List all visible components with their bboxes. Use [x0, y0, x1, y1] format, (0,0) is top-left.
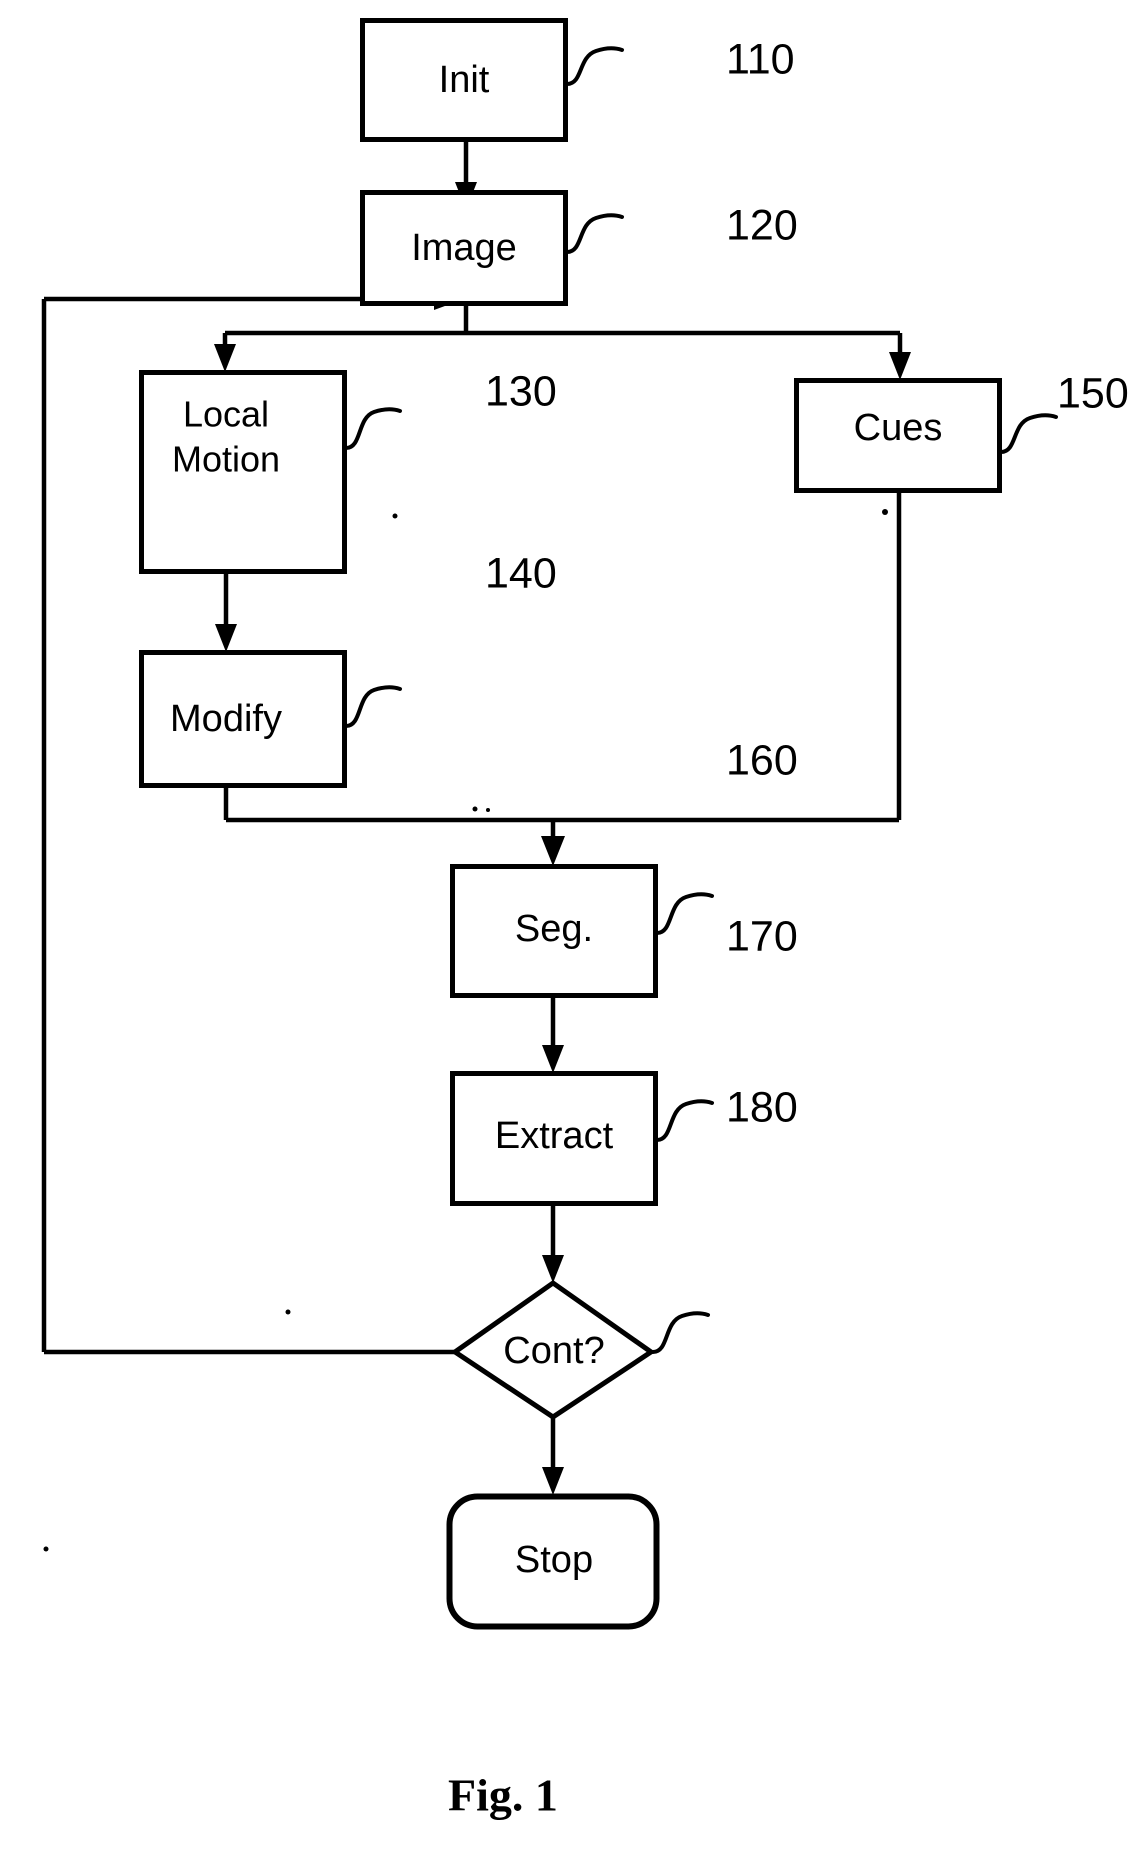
- node-local-motion-label-line2: Motion: [172, 439, 280, 480]
- scan-speck: [486, 808, 490, 812]
- ref-label-180: 180: [651, 1083, 798, 1354]
- edge-modify-to-seg: [223, 785, 553, 823]
- node-init-label: Init: [439, 59, 490, 101]
- node-modify[interactable]: Modify: [139, 650, 347, 788]
- node-local-motion-label-line1: Local: [183, 394, 269, 435]
- ref-label-140-text: 140: [485, 549, 557, 597]
- node-seg-label: Seg.: [515, 908, 593, 950]
- ref-label-130: 130: [344, 367, 557, 450]
- scan-speck: [43, 1546, 49, 1552]
- node-extract[interactable]: Extract: [450, 1071, 658, 1206]
- flowchart-diagram: Init 110 Image 120 Local Motion 130 Cues…: [41, 18, 1129, 1821]
- edge-seg-to-extract: [542, 995, 564, 1073]
- ref-label-130-text: 130: [485, 367, 557, 415]
- node-stop-label: Stop: [515, 1539, 593, 1581]
- ref-label-170-text: 170: [726, 912, 798, 960]
- ref-label-110: 110: [565, 35, 795, 86]
- ref-label-150-text: 150: [1057, 369, 1129, 417]
- node-seg[interactable]: Seg.: [450, 864, 658, 998]
- ref-label-150: 150: [999, 369, 1129, 454]
- node-cont-label: Cont?: [503, 1330, 604, 1372]
- edge-cont-to-stop: [542, 1415, 564, 1495]
- ref-label-160: 160: [655, 736, 798, 935]
- scan-speck: [285, 1309, 291, 1315]
- ref-label-160-text: 160: [726, 736, 798, 784]
- node-image[interactable]: Image: [360, 190, 568, 306]
- edge-merge-to-seg: [541, 820, 565, 866]
- node-cues[interactable]: Cues: [794, 378, 1002, 493]
- node-cont[interactable]: Cont?: [450, 1279, 656, 1420]
- scan-speck: [882, 509, 888, 515]
- ref-label-140: 140: [344, 549, 557, 728]
- scan-speck: [392, 513, 398, 519]
- node-image-label: Image: [411, 227, 517, 269]
- ref-label-120: 120: [565, 201, 798, 254]
- node-modify-label: Modify: [170, 698, 282, 740]
- edge-local-motion-to-modify: [215, 571, 237, 652]
- figure-container: Init 110 Image 120 Local Motion 130 Cues…: [0, 0, 1148, 1866]
- node-cues-label: Cues: [854, 407, 943, 449]
- node-extract-label: Extract: [495, 1115, 614, 1157]
- ref-label-120-text: 120: [726, 201, 798, 249]
- edge-image-to-branches: [214, 305, 911, 380]
- node-init[interactable]: Init: [360, 18, 568, 142]
- scan-speck: [472, 806, 478, 812]
- node-local-motion[interactable]: Local Motion: [139, 370, 347, 574]
- node-stop[interactable]: Stop: [446, 1493, 660, 1630]
- figure-caption: Fig. 1: [448, 1770, 558, 1821]
- ref-label-110-text: 110: [726, 35, 795, 83]
- ref-label-180-text: 180: [726, 1083, 798, 1131]
